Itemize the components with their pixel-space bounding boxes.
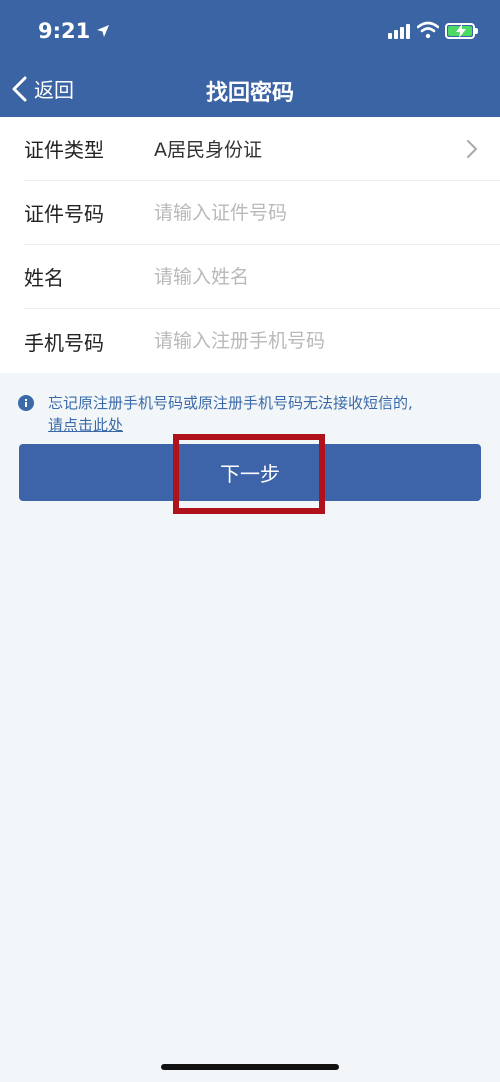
- info-icon: [18, 395, 34, 411]
- id-number-input[interactable]: [154, 201, 500, 224]
- name-label: 姓名: [24, 266, 64, 290]
- notice-text: 忘记原注册手机号码或原注册手机号码无法接收短信的,: [48, 394, 413, 412]
- wifi-icon: [417, 21, 439, 39]
- name-row: 姓名: [24, 245, 500, 309]
- chevron-right-icon: [467, 140, 477, 158]
- id-type-label: 证件类型: [24, 138, 104, 162]
- status-bar: 9:21: [0, 0, 500, 60]
- notice: 忘记原注册手机号码或原注册手机号码无法接收短信的, 请点击此处: [18, 392, 478, 436]
- signal-icon: [388, 24, 410, 39]
- charging-bolt-icon: [456, 24, 466, 38]
- click-here-link[interactable]: 请点击此处: [48, 416, 123, 434]
- phone-row: 手机号码: [24, 309, 500, 373]
- nav-bar: 返回 找回密码: [0, 60, 500, 117]
- recovery-form: 证件类型 A居民身份证 证件号码 姓名 手机号码: [0, 117, 500, 373]
- id-number-label: 证件号码: [24, 202, 104, 226]
- status-time-text: 9:21: [38, 19, 91, 43]
- page-title: 找回密码: [205, 81, 294, 106]
- header: 9:21 返回 找回密码: [0, 0, 500, 117]
- home-indicator: [161, 1064, 339, 1070]
- status-time: 9:21: [38, 19, 110, 43]
- phone-label: 手机号码: [24, 330, 104, 355]
- location-arrow-icon: [97, 25, 110, 37]
- name-input[interactable]: [154, 265, 500, 288]
- next-button[interactable]: 下一步: [19, 444, 481, 501]
- battery-icon: [445, 23, 478, 39]
- phone-input[interactable]: [154, 330, 500, 352]
- id-type-value: A居民身份证: [154, 139, 262, 161]
- id-number-row: 证件号码: [24, 181, 500, 245]
- id-type-row[interactable]: 证件类型 A居民身份证: [24, 117, 500, 181]
